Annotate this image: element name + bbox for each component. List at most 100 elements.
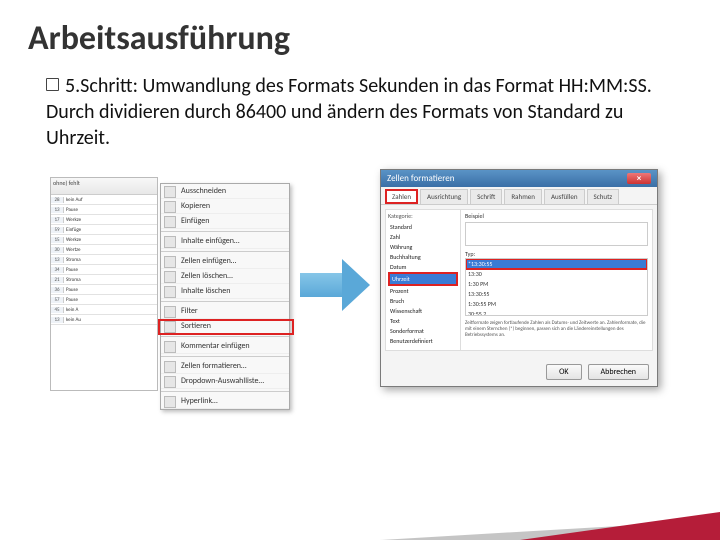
menu-item-icon <box>164 341 176 353</box>
category-item[interactable]: Datum <box>388 262 458 272</box>
context-menu-item[interactable]: Ausschneiden <box>161 184 289 199</box>
menu-item-icon <box>164 396 176 408</box>
type-item[interactable]: 1:30:55 PM <box>466 299 647 309</box>
excel-row: 30Wertze <box>51 245 157 255</box>
type-item[interactable]: 30:55.2 <box>466 309 647 316</box>
row-number: 57 <box>51 297 64 303</box>
ok-button[interactable]: OK <box>546 364 581 380</box>
slide-title: Arbeitsausführung <box>0 0 720 59</box>
cell-value: Stroma <box>64 277 157 283</box>
category-item[interactable]: Buchhaltung <box>388 252 458 262</box>
accent-shape-red <box>520 512 720 540</box>
context-menu-item[interactable]: Inhalte löschen <box>161 284 289 299</box>
context-menu: AusschneidenKopierenEinfügen Inhalte einf… <box>160 183 290 410</box>
cell-value: Einfüge <box>64 227 157 233</box>
sample-box <box>465 222 648 246</box>
category-item[interactable]: Wissenschaft <box>388 306 458 316</box>
dialog-tab[interactable]: Schutz <box>587 189 620 204</box>
context-menu-item[interactable]: Zellen löschen… <box>161 269 289 284</box>
excel-row: 13Stroma <box>51 255 157 265</box>
cell-value: Pause <box>64 297 157 303</box>
row-number: 13 <box>51 207 64 213</box>
sample-label: Beispiel <box>465 212 648 220</box>
context-menu-item[interactable]: Kopieren <box>161 199 289 214</box>
category-item[interactable]: Währung <box>388 242 458 252</box>
excel-row: 45kein A <box>51 305 157 315</box>
menu-item-icon <box>164 306 176 318</box>
context-menu-item[interactable]: Sortieren <box>161 319 289 334</box>
menu-item-icon <box>164 216 176 228</box>
figures-area: ohne) fehlt 28kein Auf13Pause17Werkze59E… <box>0 169 720 419</box>
cell-value: kein A <box>64 307 157 313</box>
bullet-icon <box>46 78 59 91</box>
menu-item-icon <box>164 321 176 333</box>
cell-value: kein Au <box>64 317 157 323</box>
excel-row: 17Werkze <box>51 215 157 225</box>
excel-row: 13Pause <box>51 205 157 215</box>
row-number: 21 <box>51 277 64 283</box>
body-paragraph: 5.Schritt: Umwandlung des Formats Sekund… <box>0 59 720 151</box>
dialog-buttons: OK Abbrechen <box>546 364 649 380</box>
cell-value: kein Auf <box>64 197 157 203</box>
type-item[interactable]: 1:30 PM <box>466 279 647 289</box>
menu-item-icon <box>164 286 176 298</box>
category-item[interactable]: Standard <box>388 222 458 232</box>
step-prefix: 5.Schritt: <box>65 74 138 98</box>
menu-item-icon <box>164 236 176 248</box>
format-cells-dialog: Zellen formatieren × ZahlenAusrichtungSc… <box>380 169 658 387</box>
excel-row: 36Pause <box>51 285 157 295</box>
dialog-title-text: Zellen formatieren <box>387 173 455 184</box>
row-number: 30 <box>51 247 64 253</box>
type-item[interactable]: *13:30:55 <box>466 259 647 269</box>
row-number: 45 <box>51 307 64 313</box>
context-menu-item[interactable]: Filter <box>161 304 289 319</box>
dialog-tab[interactable]: Ausfüllen <box>544 189 585 204</box>
excel-row: 21Stroma <box>51 275 157 285</box>
excel-row: 34Pause <box>51 265 157 275</box>
close-icon[interactable]: × <box>627 173 651 184</box>
excel-row: 13kein Au <box>51 315 157 325</box>
dialog-tabs: ZahlenAusrichtungSchriftRahmenAusfüllenS… <box>381 187 657 205</box>
cell-value: Stroma <box>64 257 157 263</box>
dialog-tab[interactable]: Ausrichtung <box>420 189 468 204</box>
context-menu-item[interactable]: Einfügen <box>161 214 289 229</box>
category-item[interactable]: Prozent <box>388 286 458 296</box>
row-number: 13 <box>51 317 64 323</box>
row-number: 13 <box>51 257 64 263</box>
type-label: Typ: <box>465 250 648 258</box>
dialog-tab[interactable]: Rahmen <box>504 189 542 204</box>
cell-value: Werkze <box>64 217 157 223</box>
cancel-button[interactable]: Abbrechen <box>588 364 649 380</box>
sample-area: Beispiel Typ: *13:30:5513:301:30 PM13:30… <box>461 210 652 350</box>
category-item[interactable]: Benutzerdefiniert <box>388 336 458 346</box>
cell-value: Pause <box>64 207 157 213</box>
category-item[interactable]: Uhrzeit <box>388 272 458 286</box>
context-menu-item[interactable]: Kommentar einfügen <box>161 339 289 354</box>
context-menu-item[interactable]: Zellen formatieren… <box>161 359 289 374</box>
context-menu-item[interactable]: Hyperlink… <box>161 394 289 409</box>
excel-ribbon: ohne) fehlt <box>51 178 157 195</box>
cell-value: Werkze <box>64 237 157 243</box>
cell-value: Pause <box>64 267 157 273</box>
context-menu-item[interactable]: Zellen einfügen… <box>161 254 289 269</box>
menu-item-icon <box>164 376 176 388</box>
excel-fragment: ohne) fehlt 28kein Auf13Pause17Werkze59E… <box>50 177 158 391</box>
dialog-tab[interactable]: Schrift <box>470 189 502 204</box>
category-item[interactable]: Zahl <box>388 232 458 242</box>
excel-row: 28kein Auf <box>51 195 157 205</box>
cell-value: Pause <box>64 287 157 293</box>
context-menu-item[interactable]: Dropdown-Auswahlliste… <box>161 374 289 389</box>
category-item[interactable]: Text <box>388 316 458 326</box>
dialog-body: Kategorie: StandardZahlWährungBuchhaltun… <box>385 209 653 351</box>
menu-item-icon <box>164 256 176 268</box>
row-number: 17 <box>51 217 64 223</box>
context-menu-item[interactable]: Inhalte einfügen… <box>161 234 289 249</box>
type-item[interactable]: 13:30 <box>466 269 647 279</box>
category-item[interactable]: Sonderformat <box>388 326 458 336</box>
dialog-tab[interactable]: Zahlen <box>385 189 418 204</box>
menu-item-icon <box>164 271 176 283</box>
arrow-icon <box>300 259 370 311</box>
type-item[interactable]: 13:30:55 <box>466 289 647 299</box>
category-item[interactable]: Bruch <box>388 296 458 306</box>
menu-item-icon <box>164 361 176 373</box>
